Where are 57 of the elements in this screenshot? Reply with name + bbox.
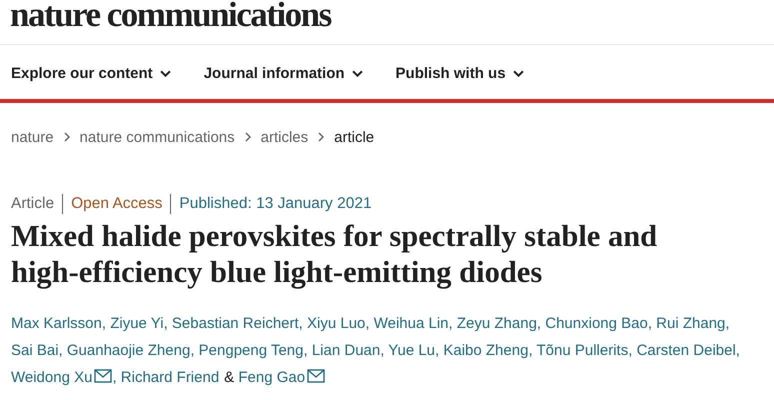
author-link[interactable]: Zeyu Zhang (456, 315, 537, 332)
author-link[interactable]: Feng Gao (238, 369, 306, 386)
author-link[interactable]: Guanhaojie Zheng (66, 342, 190, 359)
separator-text: , (628, 342, 632, 359)
separator-text: , (435, 342, 440, 359)
chevron-down-icon (160, 70, 171, 76)
author-link[interactable]: Sai Bai (11, 342, 59, 359)
envelope-icon[interactable] (94, 369, 112, 383)
author-link[interactable]: Lian Duan (312, 342, 380, 359)
separator-text: , (58, 342, 63, 359)
separator-text: , (303, 342, 308, 359)
separator-text: , (365, 315, 370, 332)
author-link[interactable]: Kaibo Zheng (443, 342, 528, 359)
chevron-down-icon (512, 70, 524, 76)
breadcrumb-link[interactable]: nature communications (80, 128, 235, 146)
article-meta-text: Article (11, 195, 54, 213)
author-link[interactable]: Tõnu Pullerits (536, 342, 628, 359)
chevron-down-icon (352, 70, 363, 76)
author-link[interactable]: Weihua Lin (374, 315, 449, 332)
separator-text: , (725, 315, 730, 332)
nav-menu-item[interactable]: Explore our content (11, 63, 171, 83)
author-link[interactable]: Max Karlsson (11, 315, 102, 332)
chevron-right-icon (244, 132, 251, 142)
separator-text: , (102, 315, 106, 332)
breadcrumb-link[interactable]: articles (260, 128, 308, 146)
author-link[interactable]: Carsten Deibel (636, 342, 736, 359)
nav-menu-item[interactable]: Journal information (204, 63, 363, 83)
separator-text: , (164, 315, 168, 332)
separator-text: , (190, 342, 194, 359)
breadcrumb-link[interactable]: nature (11, 128, 54, 146)
author-link[interactable]: Ziyue Yi (110, 315, 164, 332)
breadcrumb-link[interactable]: article (334, 128, 374, 146)
author-link[interactable]: Weidong Xu (11, 369, 92, 386)
separator-text: , (448, 315, 453, 332)
separator-text: , (298, 315, 303, 332)
author-link[interactable]: Chunxiong Bao (545, 315, 648, 332)
separator-text: , (380, 342, 384, 359)
author-link[interactable]: Sebastian Reichert (172, 315, 299, 332)
separator-text: , (736, 342, 740, 359)
separator-text: , (528, 342, 533, 359)
separator-text: & (224, 369, 234, 386)
separator-text: , (536, 315, 542, 332)
article-title: Mixed halide perovskites for spectrally stable and high-efficiency blue light-emitting diodes (10, 218, 658, 290)
envelope-icon[interactable] (307, 369, 326, 383)
author-link[interactable]: Yue Lu (388, 342, 436, 359)
article-meta-text: Published: 13 January 2021 (179, 195, 372, 213)
chevron-right-icon (318, 132, 324, 142)
separator-text: , (648, 315, 652, 332)
article-meta-text: Open Access (71, 195, 162, 213)
author-link[interactable]: Xiyu Luo (307, 315, 366, 332)
nav-menu-item[interactable]: Publish with us (396, 63, 524, 83)
author-link[interactable]: Richard Friend (120, 369, 220, 386)
journal-logo[interactable]: nature communications (10, 0, 331, 30)
author-link[interactable]: Pengpeng Teng (198, 342, 304, 359)
separator-text: , (112, 369, 117, 386)
author-link[interactable]: Rui Zhang (656, 315, 726, 332)
chevron-right-icon (64, 132, 70, 142)
